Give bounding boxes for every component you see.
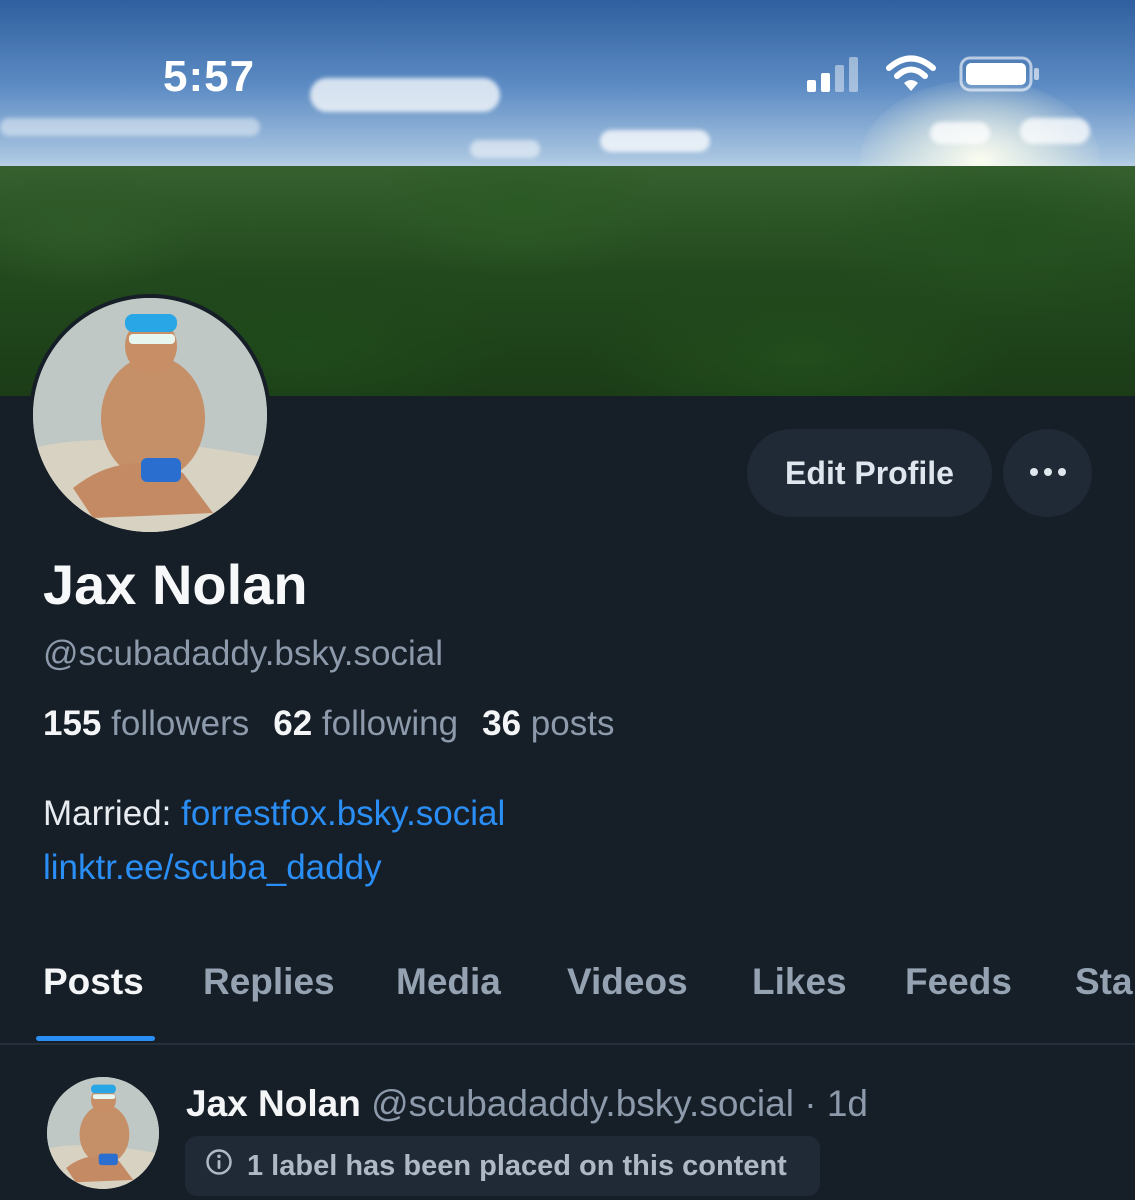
status-time: 5:57 xyxy=(163,52,256,101)
avatar-photo xyxy=(33,298,267,532)
edit-profile-button[interactable]: Edit Profile xyxy=(747,429,992,517)
profile-tabs: Posts Replies Media Videos Likes Feeds S… xyxy=(0,955,1135,1045)
tab-replies[interactable]: Replies xyxy=(203,961,335,1003)
content-label-notice[interactable]: 1 label has been placed on this content xyxy=(185,1136,820,1196)
post-author-avatar[interactable] xyxy=(47,1077,159,1189)
ellipsis-icon xyxy=(1028,464,1068,482)
info-icon xyxy=(205,1148,233,1184)
cellular-signal-icon xyxy=(805,56,863,97)
posts-stat: 36 posts xyxy=(482,704,614,744)
battery-icon xyxy=(959,55,1041,98)
following-stat[interactable]: 62 following xyxy=(273,704,458,744)
posts-count: 36 xyxy=(482,704,522,743)
following-label: following xyxy=(321,704,459,743)
more-options-button[interactable] xyxy=(1003,429,1092,517)
post-timestamp[interactable]: 1d xyxy=(827,1083,868,1124)
tab-likes[interactable]: Likes xyxy=(752,961,847,1003)
cloud xyxy=(470,140,540,158)
tab-media[interactable]: Media xyxy=(396,961,501,1003)
label-notice-text: 1 label has been placed on this content xyxy=(247,1149,787,1182)
cloud xyxy=(310,78,500,112)
followers-stat[interactable]: 155 followers xyxy=(43,704,249,744)
bio-married-prefix: Married: xyxy=(43,794,172,833)
posts-label: posts xyxy=(530,704,615,743)
tab-starter-packs[interactable]: Sta xyxy=(1075,961,1133,1003)
profile-bio: Married: forrestfox.bsky.social linktr.e… xyxy=(43,787,505,895)
status-icons xyxy=(805,55,1041,98)
cloud xyxy=(0,118,260,136)
following-count: 62 xyxy=(273,704,313,743)
profile-display-name: Jax Nolan xyxy=(43,553,308,616)
post-author-name[interactable]: Jax Nolan xyxy=(186,1083,361,1124)
tab-videos[interactable]: Videos xyxy=(567,961,688,1003)
profile-handle: @scubadaddy.bsky.social xyxy=(43,634,443,673)
wifi-icon xyxy=(885,55,937,98)
avatar-photo xyxy=(47,1077,159,1189)
followers-count: 155 xyxy=(43,704,102,743)
profile-avatar[interactable] xyxy=(29,294,271,536)
cloud xyxy=(1020,118,1090,144)
bio-married-link[interactable]: forrestfox.bsky.social xyxy=(181,794,505,833)
post-header: Jax Nolan @scubadaddy.bsky.social · 1d xyxy=(186,1083,868,1125)
cloud xyxy=(930,122,990,144)
active-tab-indicator xyxy=(36,1036,155,1041)
bio-line-link: linktr.ee/scuba_daddy xyxy=(43,841,505,895)
tab-feeds[interactable]: Feeds xyxy=(905,961,1012,1003)
profile-stats: 155 followers 62 following 36 posts xyxy=(43,704,614,744)
post-separator: · xyxy=(804,1083,817,1124)
tab-posts[interactable]: Posts xyxy=(43,961,144,1003)
followers-label: followers xyxy=(111,704,250,743)
post-author-handle[interactable]: @scubadaddy.bsky.social xyxy=(371,1083,794,1124)
bio-linktree-link[interactable]: linktr.ee/scuba_daddy xyxy=(43,848,382,887)
cloud xyxy=(600,130,710,152)
bio-line-married: Married: forrestfox.bsky.social xyxy=(43,787,505,841)
